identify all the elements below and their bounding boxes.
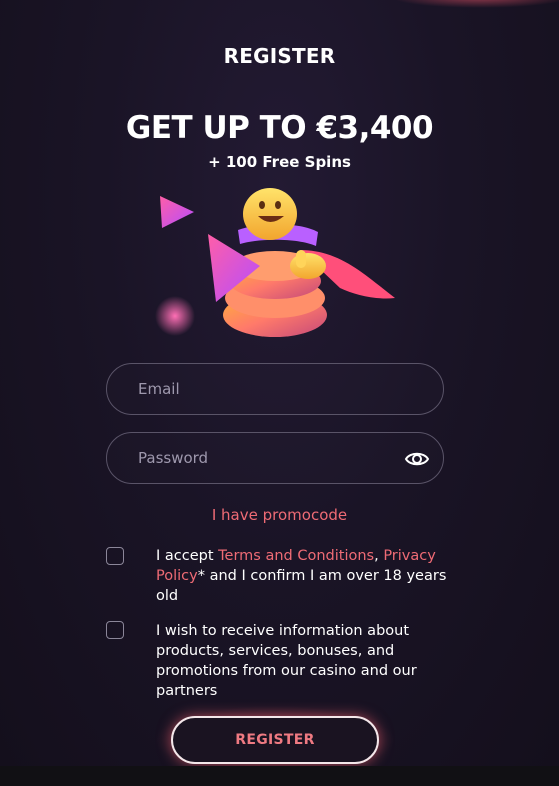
email-field[interactable] — [106, 363, 444, 415]
eye-icon[interactable] — [404, 446, 430, 472]
page-title: REGISTER — [223, 44, 336, 68]
terms-checkbox[interactable] — [106, 547, 124, 565]
mascot-illustration — [155, 188, 395, 337]
bottom-bar — [0, 766, 559, 786]
terms-link[interactable]: Terms and Conditions — [218, 548, 374, 564]
top-glow — [390, 0, 559, 8]
register-button[interactable]: REGISTER — [171, 716, 379, 764]
password-input[interactable] — [107, 433, 443, 483]
marketing-checkbox[interactable] — [106, 621, 124, 639]
email-input[interactable] — [107, 364, 443, 414]
bonus-subline: + 100 Free Spins — [208, 153, 351, 171]
promocode-link[interactable]: I have promocode — [0, 506, 559, 524]
bonus-headline: GET UP TO €3,400 — [125, 110, 434, 146]
terms-comma: , — [374, 548, 379, 564]
registration-panel: REGISTER GET UP TO €3,400 + 100 Free Spi… — [0, 0, 559, 766]
terms-consent-text: I accept Terms and Conditions, Privacy P… — [156, 546, 456, 606]
terms-suffix: * and I confirm I am over 18 years old — [156, 568, 447, 604]
terms-prefix: I accept — [156, 548, 219, 564]
password-field[interactable] — [106, 432, 444, 484]
marketing-consent-text: I wish to receive information about prod… — [156, 623, 417, 699]
